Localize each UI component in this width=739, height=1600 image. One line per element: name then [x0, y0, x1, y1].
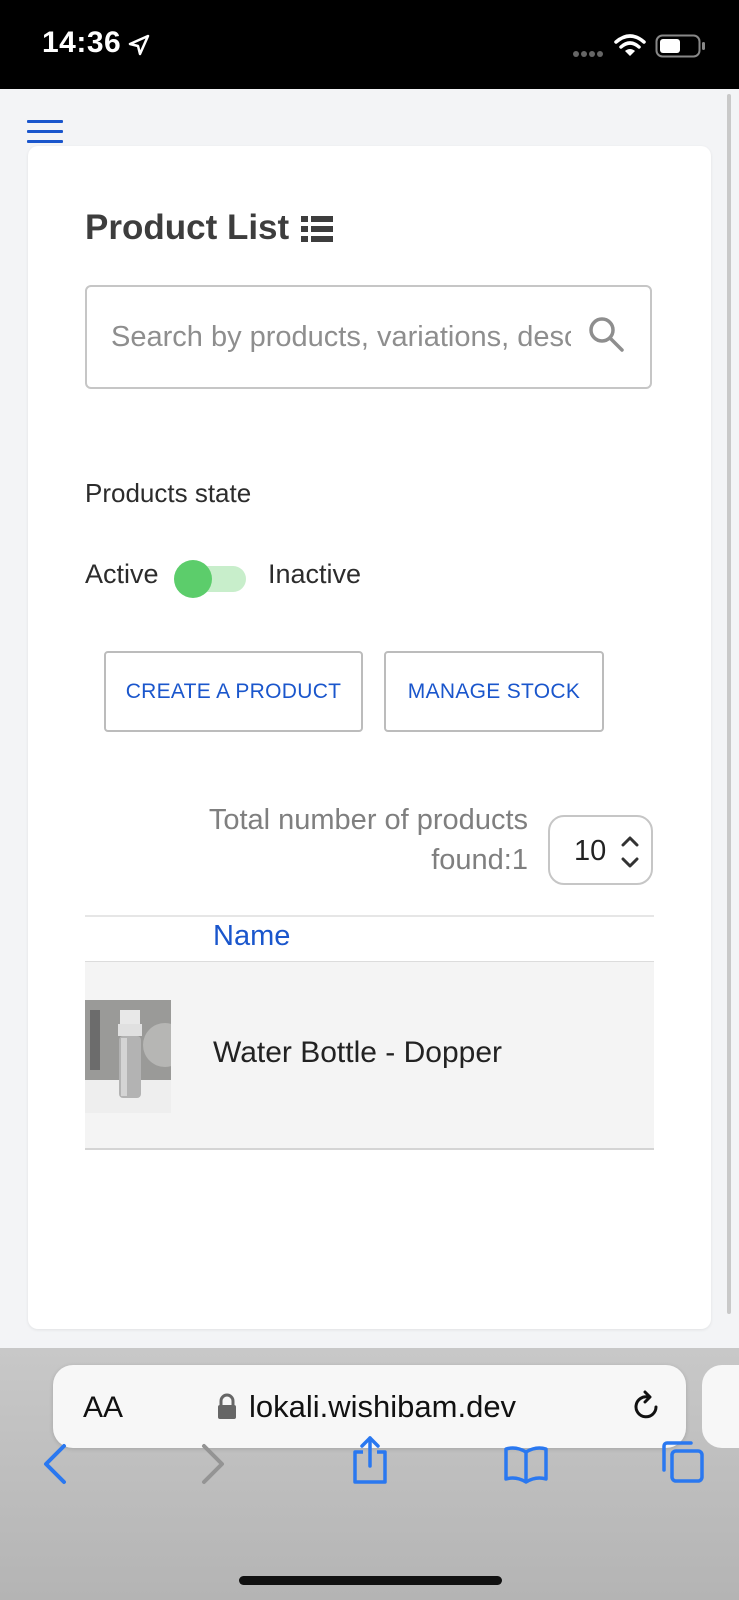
- text-size-button[interactable]: AA: [83, 1391, 123, 1425]
- table-divider: [85, 915, 654, 917]
- table-row[interactable]: Water Bottle - Dopper: [85, 962, 654, 1150]
- scrollbar[interactable]: [727, 94, 731, 1314]
- wifi-icon: [614, 34, 646, 56]
- total-products-line1: Total number of products: [208, 804, 528, 836]
- battery-icon: [655, 34, 705, 58]
- menu-icon[interactable]: [27, 120, 63, 148]
- product-thumbnail: [85, 1000, 171, 1113]
- products-state-label: Products state: [85, 478, 252, 508]
- toggle-active-label: Active: [85, 559, 159, 589]
- manage-stock-button[interactable]: MANAGE STOCK: [384, 651, 604, 732]
- lock-icon: [218, 1393, 236, 1419]
- status-time: 14:36: [42, 26, 122, 59]
- search-field[interactable]: [85, 285, 652, 389]
- create-product-button[interactable]: CREATE A PRODUCT: [104, 651, 363, 732]
- search-icon[interactable]: [587, 315, 627, 355]
- per-page-value: 10: [574, 835, 607, 867]
- page-title: Product List: [85, 208, 290, 247]
- list-icon: [301, 216, 333, 242]
- stepper-arrows-icon[interactable]: [620, 833, 640, 871]
- products-state-toggle[interactable]: [174, 558, 246, 600]
- column-header-name[interactable]: Name: [213, 920, 290, 953]
- search-input[interactable]: [111, 317, 571, 357]
- status-bar: 14:36: [0, 0, 739, 89]
- back-icon[interactable]: [42, 1442, 68, 1486]
- toggle-knob: [174, 560, 212, 598]
- reload-icon[interactable]: [628, 1389, 664, 1425]
- home-indicator: [239, 1576, 502, 1585]
- per-page-stepper[interactable]: 10: [548, 815, 653, 885]
- total-products-text: Total number of products found:1: [150, 800, 528, 880]
- total-products-line2: found:1: [431, 844, 528, 876]
- signal-dots-icon: [573, 51, 603, 57]
- bookmarks-icon[interactable]: [503, 1444, 549, 1484]
- product-name: Water Bottle - Dopper: [213, 1036, 502, 1069]
- tabs-icon[interactable]: [660, 1440, 706, 1484]
- share-icon[interactable]: [350, 1434, 390, 1486]
- browser-toolbar: AA lokali.wishibam.dev: [0, 1348, 739, 1600]
- forward-icon[interactable]: [200, 1442, 226, 1486]
- toggle-inactive-label: Inactive: [268, 559, 362, 589]
- location-arrow-icon: [128, 34, 150, 56]
- url-text: lokali.wishibam.dev: [249, 1389, 517, 1424]
- next-tab-pill[interactable]: [702, 1365, 739, 1448]
